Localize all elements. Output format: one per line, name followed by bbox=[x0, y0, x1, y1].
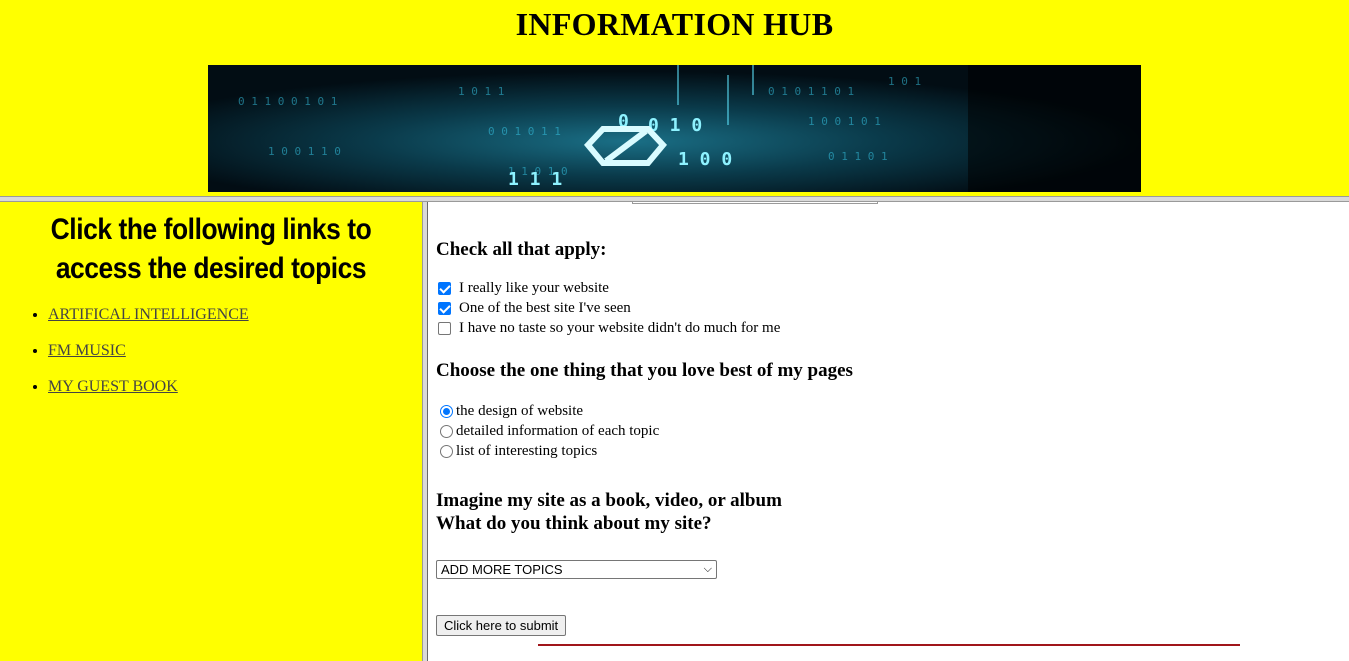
svg-text:0 1 0: 0 1 0 bbox=[648, 115, 702, 136]
checkbox-label: I have no taste so your website didn't d… bbox=[459, 320, 781, 336]
list-item: MY GUEST BOOK bbox=[48, 377, 249, 397]
svg-text:1 0 1: 1 0 1 bbox=[888, 75, 921, 88]
radio-label: detailed information of each topic bbox=[456, 423, 660, 439]
checkbox-row: One of the best site I've seen bbox=[438, 298, 631, 318]
radio-detailed-info[interactable] bbox=[440, 424, 453, 438]
checkbox-row: I really like your website bbox=[438, 278, 609, 298]
radio-design[interactable] bbox=[440, 404, 453, 418]
link-fm-music[interactable]: FM MUSIC bbox=[48, 342, 126, 359]
checkbox-row: I have no taste so your website didn't d… bbox=[438, 318, 780, 338]
list-item: FM MUSIC bbox=[48, 341, 249, 361]
svg-text:1 1 1: 1 1 1 bbox=[508, 169, 562, 190]
select-heading-line2: What do you think about my site? bbox=[436, 513, 712, 534]
submit-button[interactable]: Click here to submit bbox=[436, 615, 567, 636]
svg-text:0 1 1 0 1: 0 1 1 0 1 bbox=[828, 150, 888, 163]
checkbox-heading: Check all that apply: bbox=[436, 239, 607, 260]
svg-text:0 1 1 0 0 1 0 1: 0 1 1 0 0 1 0 1 bbox=[238, 95, 337, 108]
svg-text:1 0 0: 1 0 0 bbox=[678, 149, 732, 170]
chevron-down-icon: ⌵ bbox=[703, 563, 712, 575]
radio-label: list of interesting topics bbox=[456, 443, 598, 459]
checkbox-no-taste[interactable] bbox=[438, 321, 451, 335]
horizontal-rule bbox=[538, 644, 1240, 646]
svg-text:1 0 1 1: 1 0 1 1 bbox=[458, 85, 504, 98]
banner-image: 0 1 1 0 0 1 0 1 1 0 0 1 1 0 1 0 1 1 0 0 … bbox=[208, 65, 1141, 192]
link-artificial-intelligence[interactable]: ARTIFICAL INTELLIGENCE bbox=[48, 306, 249, 323]
radio-row: detailed information of each topic bbox=[438, 421, 659, 441]
top-rule bbox=[632, 202, 878, 204]
svg-text:0 1 0 1 1 0 1: 0 1 0 1 1 0 1 bbox=[768, 85, 854, 98]
svg-text:0 0 1 0 1 1: 0 0 1 0 1 1 bbox=[488, 125, 561, 138]
select-value: ADD MORE TOPICS bbox=[441, 562, 563, 577]
sidebar-heading: Click the following links to access the … bbox=[50, 213, 372, 285]
list-item: ARTIFICAL INTELLIGENCE bbox=[48, 305, 249, 325]
topics-select[interactable]: ADD MORE TOPICS ⌵ bbox=[436, 560, 717, 579]
checkbox-best-site[interactable] bbox=[438, 301, 451, 315]
content-frame: Check all that apply: I really like your… bbox=[428, 202, 1349, 661]
radio-heading: Choose the one thing that you love best … bbox=[436, 360, 853, 381]
svg-text:1 0 0 1 1 0: 1 0 0 1 1 0 bbox=[268, 145, 341, 158]
checkbox-like-website[interactable] bbox=[438, 281, 451, 295]
select-heading-line1: Imagine my site as a book, video, or alb… bbox=[436, 490, 782, 511]
radio-row: list of interesting topics bbox=[438, 441, 597, 461]
checkbox-label: One of the best site I've seen bbox=[459, 300, 631, 316]
page-header: INFORMATION HUB 0 1 1 0 0 1 0 1 1 0 0 1 … bbox=[0, 0, 1349, 196]
link-guest-book[interactable]: MY GUEST BOOK bbox=[48, 378, 178, 395]
radio-row: the design of website bbox=[438, 401, 583, 421]
site-title: INFORMATION HUB bbox=[515, 6, 834, 42]
radio-interesting-topics[interactable] bbox=[440, 444, 453, 458]
sidebar-link-list: ARTIFICAL INTELLIGENCE FM MUSIC MY GUEST… bbox=[30, 305, 249, 413]
checkbox-label: I really like your website bbox=[459, 280, 609, 296]
svg-text:1 0 0 1 0 1: 1 0 0 1 0 1 bbox=[808, 115, 881, 128]
radio-label: the design of website bbox=[456, 403, 584, 419]
